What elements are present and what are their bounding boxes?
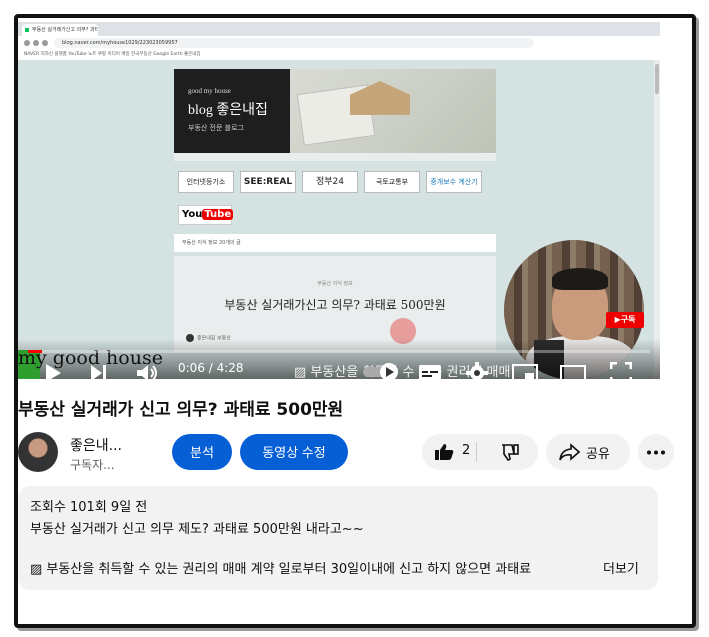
like-dislike-group: 2 bbox=[422, 434, 538, 470]
fullscreen-icon[interactable] bbox=[610, 362, 632, 379]
post-title: 부동산 실거래가신고 의무? 과태료 500만원 bbox=[224, 298, 446, 312]
presenter-hair bbox=[552, 268, 608, 290]
thumbs-up-icon bbox=[435, 444, 454, 460]
post-category: 부동산 지식 정보 bbox=[317, 281, 353, 287]
next-icon[interactable] bbox=[90, 364, 108, 379]
logo-molit: 국토교통부 bbox=[364, 171, 420, 193]
back-icon bbox=[24, 40, 30, 46]
logo-registry: 인터넷등기소 bbox=[178, 171, 234, 193]
analytics-button[interactable]: 분석 bbox=[172, 434, 232, 470]
description-line: 부동산 실거래가 신고 의무 제도? 과태료 500만원 내라고~~ bbox=[30, 522, 364, 537]
share-button[interactable]: 공유 bbox=[546, 434, 630, 470]
logo-gov24: 정부24 bbox=[302, 171, 358, 193]
channel-name[interactable]: 좋은내... bbox=[70, 435, 122, 455]
theater-mode-icon[interactable] bbox=[560, 364, 586, 379]
video-title: 부동산 실거래가 신고 의무? 과태료 500만원 bbox=[18, 400, 344, 420]
progress-played bbox=[28, 350, 42, 353]
browser-tab-bar: 부동산 실거래가신고 의무? 과티... bbox=[18, 22, 660, 36]
time-display: 0:06 / 4:28 bbox=[178, 361, 244, 375]
view-stats: 조회수 101회 9일 전 bbox=[30, 500, 148, 515]
channel-avatar[interactable] bbox=[18, 432, 58, 472]
banner-small-text: good my house bbox=[188, 87, 231, 95]
bookmarks-bar: NAVER 지자신 플랫폼 YouTube 노트 쿠팡 미디어 매일 한국부동산… bbox=[18, 50, 660, 60]
post-card: 부동산 지식 정보 부동산 실거래가신고 의무? 과태료 500만원 좋은내집 … bbox=[174, 256, 496, 352]
miniplayer-icon[interactable] bbox=[512, 363, 538, 379]
share-icon bbox=[559, 443, 580, 461]
share-label: 공유 bbox=[586, 447, 610, 462]
banner-photo bbox=[290, 69, 496, 153]
like-divider bbox=[476, 442, 477, 462]
browser-scrollbar bbox=[654, 60, 660, 379]
thumbs-down-icon bbox=[502, 444, 519, 461]
youtube-logo-tube: Tube bbox=[202, 209, 234, 220]
forward-icon bbox=[33, 40, 39, 46]
banner-strip bbox=[174, 153, 496, 161]
show-more-link[interactable]: 더보기 bbox=[603, 558, 639, 577]
edit-video-button[interactable]: 동영상 수정 bbox=[240, 434, 348, 470]
banner-subtitle: 부동산 전문 블로그 bbox=[188, 124, 244, 132]
reload-icon bbox=[42, 40, 48, 46]
subtitles-icon[interactable] bbox=[418, 363, 442, 379]
logo-seereal: SEE:REAL bbox=[240, 171, 296, 193]
dislike-button[interactable] bbox=[486, 434, 538, 470]
settings-gear-icon[interactable] bbox=[466, 362, 488, 379]
play-icon[interactable] bbox=[44, 363, 62, 379]
progress-bar[interactable] bbox=[28, 350, 650, 353]
youtube-logo-you: You bbox=[182, 209, 203, 220]
like-count: 2 bbox=[462, 443, 471, 458]
video-player[interactable]: 부동산 실거래가신고 의무? 과티... blog.naver.com/myho… bbox=[18, 22, 660, 379]
browser-address-bar: blog.naver.com/myhouse1029/223023059957 bbox=[18, 36, 660, 51]
description-box[interactable]: 조회수 101회 9일 전 부동산 실거래가 신고 의무 제도? 과태료 500… bbox=[18, 486, 658, 590]
description-line: ▨ 부동산을 취득할 수 있는 권리의 매매 계약 일로부터 30일이내에 신고… bbox=[30, 562, 532, 577]
volume-icon[interactable] bbox=[136, 363, 160, 379]
browser-tab: 부동산 실거래가신고 의무? 과티... bbox=[22, 24, 98, 36]
logo-fee-calculator: 중개보수 계산기 bbox=[426, 171, 482, 193]
more-dots-icon bbox=[647, 450, 665, 455]
subscribe-badge: ▶구독 bbox=[606, 312, 644, 328]
browser-url: blog.naver.com/myhouse1029/223023059957 bbox=[54, 38, 534, 48]
autoplay-toggle-icon[interactable] bbox=[362, 361, 402, 379]
blog-banner: good my house blog 좋은내집 부동산 전문 블로그 bbox=[174, 69, 496, 153]
subscriber-count: 구독자... bbox=[70, 458, 115, 472]
banner-title: blog 좋은내집 bbox=[188, 103, 268, 118]
category-header: 부동산 지식 정보 20개의 글 bbox=[174, 234, 496, 252]
like-button[interactable]: 2 bbox=[422, 434, 478, 470]
youtube-logo: You Tube bbox=[178, 205, 234, 225]
more-actions-button[interactable] bbox=[638, 434, 674, 470]
